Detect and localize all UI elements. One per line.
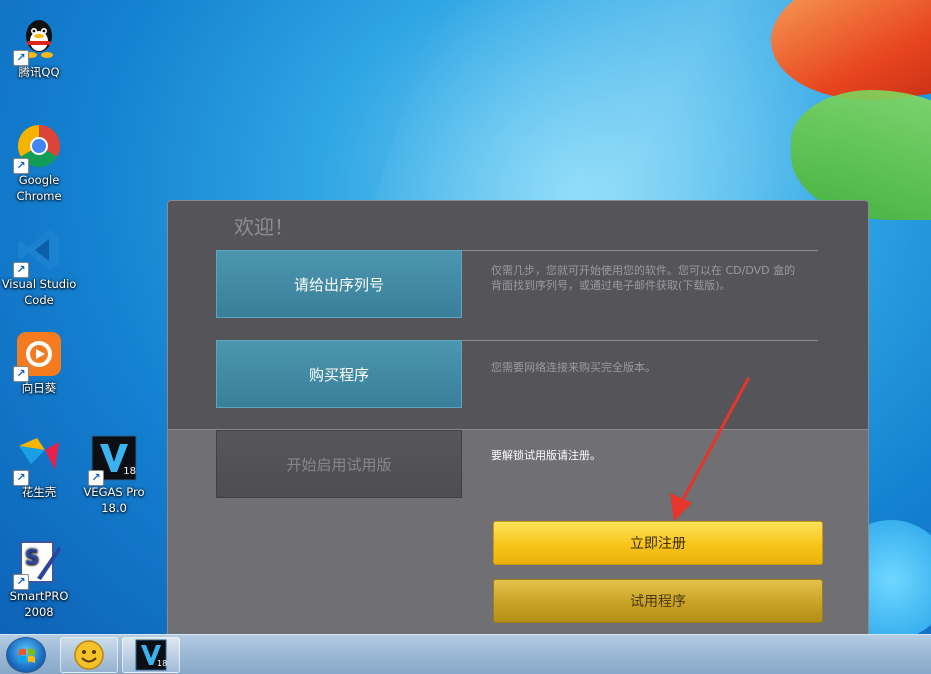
shortcut-arrow-icon: ↗ <box>13 158 29 174</box>
shortcut-arrow-icon: ↗ <box>88 470 104 486</box>
desktop-icon-oray[interactable]: ↗ 花生壳 <box>0 434 78 500</box>
start-trial-label: 开始启用试用版 <box>286 455 392 474</box>
sunflower-icon: ↗ <box>13 330 63 382</box>
start-trial-button[interactable]: 开始启用试用版 <box>216 430 462 498</box>
registration-dialog: 欢迎！ 请给出序列号 仅需几步，您就可开始使用您的软件。您可以在 CD/DVD … <box>167 200 869 640</box>
smiley-face-icon <box>74 640 104 670</box>
desktop-icon-label: Visual Studio Code <box>1 277 77 307</box>
desktop-icon-label: 腾讯QQ <box>18 65 60 79</box>
red-annotation-arrow-icon <box>670 377 750 521</box>
taskbar-item-sunflower-face[interactable] <box>60 637 118 673</box>
buy-program-label: 购买程序 <box>308 365 369 384</box>
shortcut-arrow-icon: ↗ <box>13 262 29 278</box>
shortcut-arrow-icon: ↗ <box>13 470 29 486</box>
chrome-icon: ↗ <box>13 122 63 174</box>
buy-program-description: 您需要网络连接来购买完全版本。 <box>491 361 656 374</box>
desktop-icon-sunlogin[interactable]: ↗ 向日葵 <box>0 330 78 396</box>
desktop-icon-label: VEGAS Pro 18.0 <box>83 485 145 515</box>
trial-program-label: 试用程序 <box>630 594 686 610</box>
smartpro-icon: S ↗ <box>13 538 63 590</box>
shortcut-arrow-icon: ↗ <box>13 50 29 66</box>
desktop-icon-vegas[interactable]: 18 ↗ VEGAS Pro 18.0 <box>75 434 153 516</box>
enter-serial-description: 仅需几步，您就可开始使用您的软件。您可以在 CD/DVD 盒的背面找到序列号，或… <box>491 264 796 292</box>
shortcut-arrow-icon: ↗ <box>13 366 29 382</box>
desktop-icon-label: SmartPRO 2008 <box>9 589 69 619</box>
welcome-title: 欢迎！ <box>234 215 294 239</box>
taskbar: 18 <box>0 634 931 674</box>
enter-serial-label: 请给出序列号 <box>293 275 384 294</box>
desktop-icon-vscode[interactable]: ↗ Visual Studio Code <box>0 226 78 308</box>
desktop-icon-label: 向日葵 <box>21 381 57 395</box>
trial-program-button[interactable]: 试用程序 <box>493 579 823 623</box>
buy-program-button[interactable]: 购买程序 <box>216 340 462 408</box>
vegas-version-badge: 18 <box>157 659 168 668</box>
register-now-label: 立即注册 <box>630 536 686 552</box>
shortcut-arrow-icon: ↗ <box>13 574 29 590</box>
vegas-pro-icon: 18 ↗ <box>88 434 138 486</box>
desktop-icon-chrome[interactable]: ↗ Google Chrome <box>0 122 78 204</box>
desktop-icon-qq[interactable]: ↗ 腾讯QQ <box>0 14 78 80</box>
start-button[interactable] <box>6 637 46 673</box>
desktop-icon-smartpro[interactable]: S ↗ SmartPRO 2008 <box>0 538 78 620</box>
desktop-icon-label: 花生壳 <box>21 485 57 499</box>
windows-flag-icon <box>19 648 35 663</box>
desktop-icon-label: Google Chrome <box>16 173 62 203</box>
taskbar-item-vegas[interactable]: 18 <box>122 637 180 673</box>
enter-serial-button[interactable]: 请给出序列号 <box>216 250 462 318</box>
register-now-button[interactable]: 立即注册 <box>493 521 823 565</box>
svg-text:S: S <box>25 545 39 569</box>
vscode-icon: ↗ <box>13 226 63 278</box>
qq-penguin-icon: ↗ <box>13 14 63 66</box>
vegas-version-badge: 18 <box>123 466 136 477</box>
peanut-shell-icon: ↗ <box>13 434 63 486</box>
